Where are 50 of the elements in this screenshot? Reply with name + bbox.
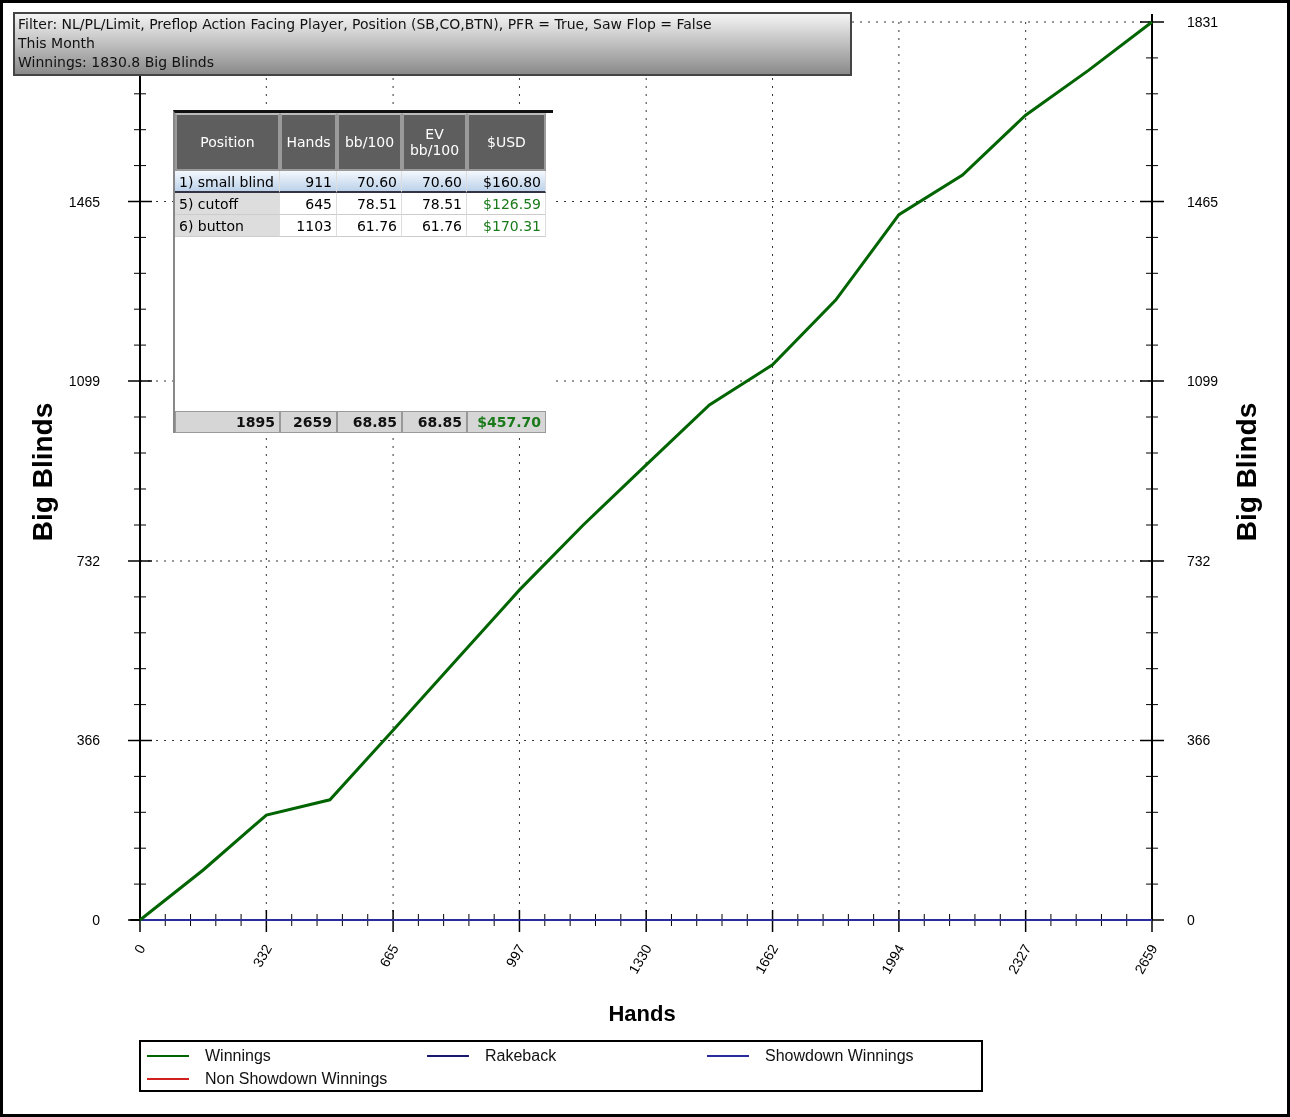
axis-tick-label: 1099 bbox=[68, 373, 100, 389]
total-cell: 1895 bbox=[175, 411, 280, 433]
table-cell: 5) cutoff bbox=[175, 193, 280, 215]
table-cell: 70.60 bbox=[337, 171, 402, 193]
column-header[interactable]: Position bbox=[175, 113, 280, 171]
column-header[interactable]: Hands bbox=[280, 113, 337, 171]
table-cell: 645 bbox=[280, 193, 337, 215]
axis-title: Big Blinds bbox=[1231, 402, 1262, 542]
axis-tick-label: 332 bbox=[249, 941, 275, 970]
axis-tick-label: 1831 bbox=[1187, 14, 1219, 30]
table-cell: 911 bbox=[280, 171, 337, 193]
column-header[interactable]: $USD bbox=[467, 113, 546, 171]
legend-label: Showdown Winnings bbox=[765, 1046, 914, 1065]
filter-text: Winnings: 1830.8 Big Blinds bbox=[18, 53, 215, 72]
total-cell: 2659 bbox=[280, 411, 337, 433]
table-cell: 1) small blind bbox=[175, 171, 280, 193]
axis-tick-label: 665 bbox=[376, 941, 402, 970]
axis-title: Big Blinds bbox=[27, 402, 58, 542]
table-cell: $160.80 bbox=[467, 171, 546, 193]
table-cell: $126.59 bbox=[467, 193, 546, 215]
axis-tick-label: 732 bbox=[1187, 553, 1211, 569]
axis-tick-label: 1465 bbox=[1187, 193, 1219, 210]
axis-tick-label: 366 bbox=[76, 732, 100, 749]
axis-tick-label: 0 bbox=[92, 912, 100, 928]
axis-tick-label: 997 bbox=[502, 941, 529, 970]
table-cell: 61.76 bbox=[337, 215, 402, 237]
axis-tick-label: 1465 bbox=[68, 193, 100, 210]
total-cell: 68.85 bbox=[402, 411, 467, 433]
legend-label: Rakeback bbox=[485, 1046, 557, 1065]
table-cell: 78.51 bbox=[402, 193, 467, 215]
legend-label: Non Showdown Winnings bbox=[205, 1069, 388, 1088]
axis-tick-label: 732 bbox=[76, 553, 100, 569]
axis-tick-label: 1099 bbox=[1187, 373, 1219, 389]
filter-text: This Month bbox=[18, 34, 96, 53]
total-cell: 68.85 bbox=[337, 411, 402, 433]
axis-tick-label: 366 bbox=[1187, 732, 1211, 749]
axis-tick-label: 0 bbox=[130, 941, 149, 957]
table-cell: 78.51 bbox=[337, 193, 402, 215]
table-cell: $170.31 bbox=[467, 215, 546, 237]
total-cell: $457.70 bbox=[467, 411, 546, 433]
table-cell: 70.60 bbox=[402, 171, 467, 193]
axis-tick-label: 0 bbox=[1187, 912, 1195, 928]
table-cell: 6) button bbox=[175, 215, 280, 237]
column-header[interactable]: bb/100 bbox=[337, 113, 402, 171]
column-header[interactable]: EV bb/100 bbox=[402, 113, 467, 171]
table-cell: 61.76 bbox=[402, 215, 467, 237]
filter-text: Filter: NL/PL/Limit, Preflop Action Facing Player, Position (SB,CO,BTN), PFR = True, Saw Flop = False bbox=[18, 15, 713, 34]
table-cell: 1103 bbox=[280, 215, 337, 237]
legend-label: Winnings bbox=[205, 1046, 271, 1065]
axis-title: Hands bbox=[608, 1001, 676, 1026]
